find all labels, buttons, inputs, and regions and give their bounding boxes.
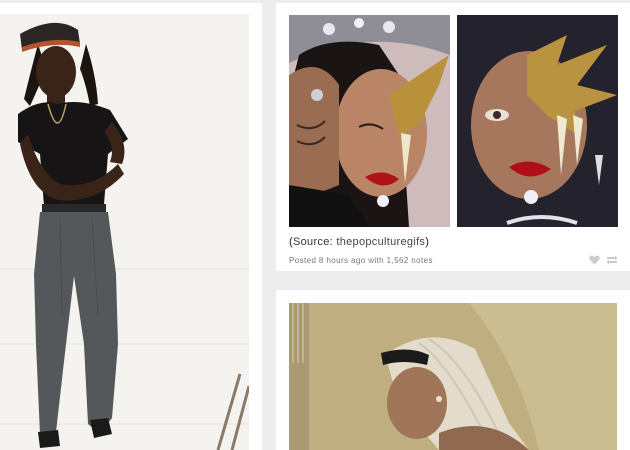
post-photo[interactable] [0, 14, 249, 450]
post-meta[interactable]: Posted 8 hours ago with 1,562 notes [289, 256, 433, 265]
reblog-icon[interactable] [606, 255, 618, 265]
portrait-illustration-2 [457, 15, 618, 227]
photoset-image-1[interactable] [289, 15, 450, 227]
caption-source-link[interactable]: thepopculturegifs [336, 236, 425, 248]
photoset-image-2[interactable] [457, 15, 618, 227]
heart-icon[interactable] [589, 255, 600, 265]
caption-close-paren: ) [425, 236, 430, 248]
post-caption: (Source: thepopculturegifs) [289, 236, 429, 248]
post-photoset-card: (Source: thepopculturegifs) Posted 8 hou… [276, 3, 630, 271]
post-photo-card-2 [276, 290, 630, 450]
post-photo-2[interactable] [289, 303, 617, 450]
portrait-illustration-1 [289, 15, 450, 227]
post-photo-card [0, 3, 262, 450]
woman-braids-illustration [289, 303, 617, 450]
man-figure-illustration [0, 14, 249, 450]
caption-source-label: Source: [292, 236, 333, 248]
